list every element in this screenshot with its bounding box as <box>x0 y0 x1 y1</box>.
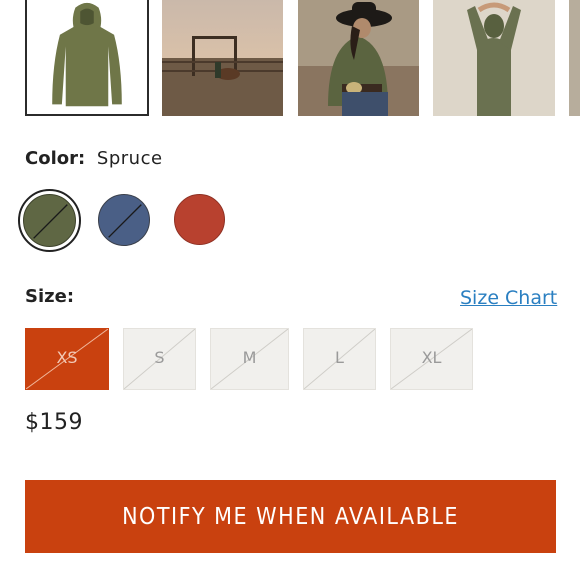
size-option-m[interactable]: M <box>210 328 289 390</box>
thumbnail-partial[interactable] <box>569 0 580 116</box>
size-option-label: M <box>242 348 257 367</box>
partial-photo <box>569 0 580 116</box>
color-label: Color: <box>25 148 86 169</box>
thumbnail-ranch[interactable] <box>162 0 283 116</box>
thumbnail-strip <box>0 0 580 120</box>
ranch-photo <box>162 0 283 116</box>
unavailable-slash-icon <box>33 204 68 239</box>
size-option-label: S <box>154 348 165 367</box>
size-option-label: L <box>335 348 344 367</box>
notify-me-button[interactable]: NOTIFY ME WHEN AVAILABLE <box>25 480 556 553</box>
model-photo <box>433 0 555 116</box>
swatch-spruce[interactable] <box>23 194 76 247</box>
thumbnail-product[interactable] <box>25 0 149 116</box>
size-option-l[interactable]: L <box>303 328 376 390</box>
selected-color-name: Spruce <box>96 148 163 169</box>
color-selector-label: Color: Spruce <box>25 148 163 169</box>
thumbnail-model[interactable] <box>433 0 555 116</box>
size-option-s[interactable]: S <box>123 328 196 390</box>
size-option-label: XS <box>56 348 78 367</box>
cowgirl-photo <box>298 0 419 116</box>
hoodie-image <box>27 0 147 114</box>
thumbnail-cowgirl[interactable] <box>298 0 419 116</box>
swatch-blue[interactable] <box>98 194 150 246</box>
swatch-red[interactable] <box>174 194 225 245</box>
size-label: Size: <box>25 286 75 307</box>
size-option-label: XL <box>421 348 442 367</box>
size-option-xl[interactable]: XL <box>390 328 473 390</box>
unavailable-slash-icon <box>108 204 142 238</box>
size-chart-link[interactable]: Size Chart <box>460 287 557 309</box>
price: $159 <box>25 410 83 435</box>
size-option-xs[interactable]: XS <box>25 328 109 390</box>
